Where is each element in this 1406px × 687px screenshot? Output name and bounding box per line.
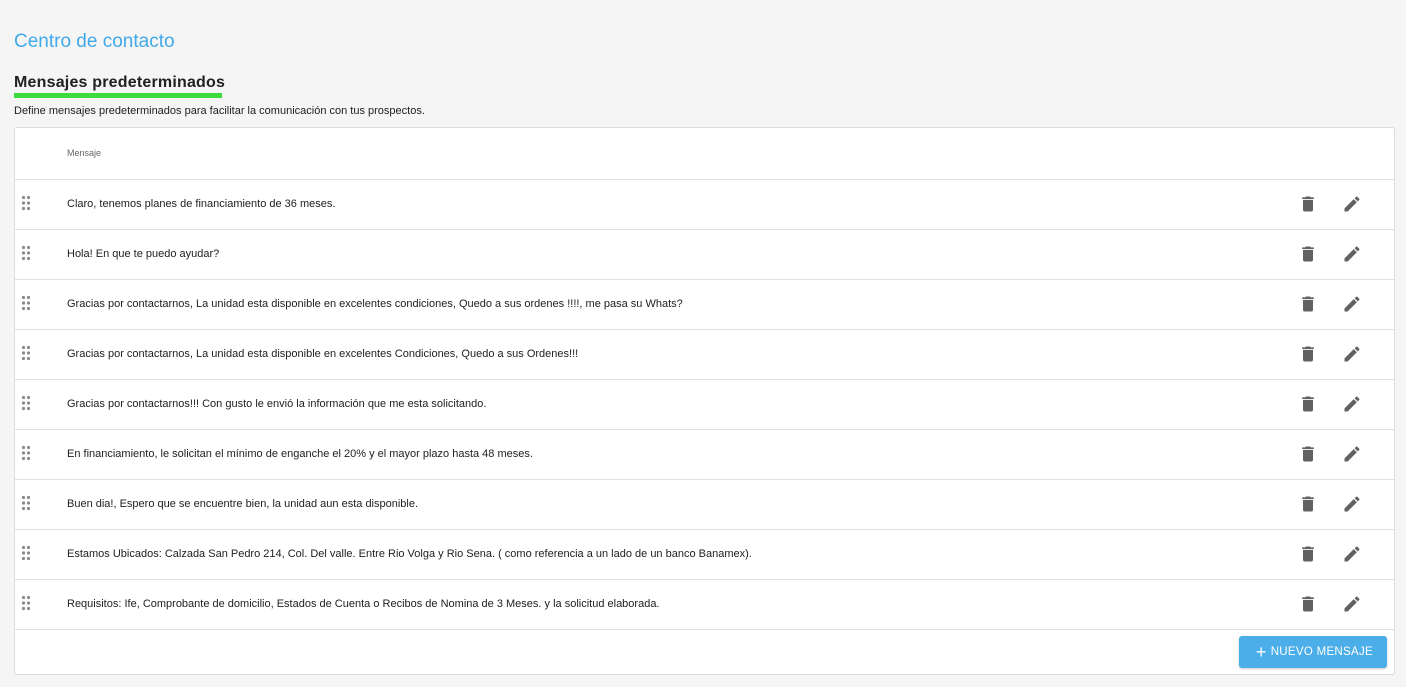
pencil-icon xyxy=(1342,396,1362,418)
message-text: En financiamiento, le solicitan el mínim… xyxy=(67,448,533,460)
trash-icon xyxy=(1298,346,1318,368)
trash-icon xyxy=(1298,246,1318,268)
drag-handle-icon[interactable] xyxy=(21,295,31,311)
drag-handle-icon[interactable] xyxy=(21,495,31,511)
message-text: Estamos Ubicados: Calzada San Pedro 214,… xyxy=(67,548,752,560)
message-text: Gracias por contactarnos, La unidad esta… xyxy=(67,298,683,310)
edit-button[interactable] xyxy=(1342,594,1362,614)
pencil-icon xyxy=(1342,496,1362,518)
page-title: Centro de contacto xyxy=(14,31,175,52)
contact-center-page: Centro de contacto Mensajes predetermina… xyxy=(0,0,1406,687)
trash-icon xyxy=(1298,496,1318,518)
edit-button[interactable] xyxy=(1342,544,1362,564)
trash-icon xyxy=(1298,196,1318,218)
trash-icon xyxy=(1298,446,1318,468)
table-row: Estamos Ubicados: Calzada San Pedro 214,… xyxy=(15,530,1394,580)
edit-button[interactable] xyxy=(1342,344,1362,364)
trash-icon xyxy=(1298,546,1318,568)
pencil-icon xyxy=(1342,446,1362,468)
message-text: Claro, tenemos planes de financiamiento … xyxy=(67,198,336,210)
delete-button[interactable] xyxy=(1298,194,1318,214)
edit-button[interactable] xyxy=(1342,244,1362,264)
drag-handle-icon[interactable] xyxy=(21,595,31,611)
table-row: Buen dia!, Espero que se encuentre bien,… xyxy=(15,480,1394,530)
new-message-button[interactable]: + NUEVO MENSAJE xyxy=(1238,636,1387,668)
drag-handle-icon[interactable] xyxy=(21,245,31,261)
section-description: Define mensajes predeterminados para fac… xyxy=(14,105,425,117)
section-title-underline xyxy=(14,93,222,98)
edit-button[interactable] xyxy=(1342,194,1362,214)
message-text: Buen dia!, Espero que se encuentre bien,… xyxy=(67,498,419,510)
table-footer: + NUEVO MENSAJE xyxy=(15,628,1394,674)
message-text: Hola! En que te puedo ayudar? xyxy=(67,248,220,260)
drag-handle-icon[interactable] xyxy=(21,545,31,561)
message-text: Gracias por contactarnos, La unidad esta… xyxy=(67,348,579,360)
delete-button[interactable] xyxy=(1298,494,1318,514)
trash-icon xyxy=(1298,596,1318,618)
edit-button[interactable] xyxy=(1342,494,1362,514)
drag-handle-icon[interactable] xyxy=(21,395,31,411)
pencil-icon xyxy=(1342,246,1362,268)
table-row: Requisitos: Ife, Comprobante de domicili… xyxy=(15,580,1394,630)
plus-icon: + xyxy=(1255,642,1267,662)
drag-handle-icon[interactable] xyxy=(21,345,31,361)
delete-button[interactable] xyxy=(1298,244,1318,264)
table-header: Mensaje xyxy=(15,128,1394,180)
delete-button[interactable] xyxy=(1298,444,1318,464)
table-row: Claro, tenemos planes de financiamiento … xyxy=(15,180,1394,230)
drag-handle-icon[interactable] xyxy=(21,195,31,211)
drag-handle-icon[interactable] xyxy=(21,445,31,461)
pencil-icon xyxy=(1342,596,1362,618)
trash-icon xyxy=(1298,396,1318,418)
table-row: Gracias por contactarnos, La unidad esta… xyxy=(15,330,1394,380)
new-message-label: NUEVO MENSAJE xyxy=(1270,646,1373,658)
table-row: En financiamiento, le solicitan el mínim… xyxy=(15,430,1394,480)
messages-table-card: Mensaje Claro, tenemos planes de financi… xyxy=(14,127,1395,675)
edit-button[interactable] xyxy=(1342,444,1362,464)
table-row: Gracias por contactarnos!!! Con gusto le… xyxy=(15,380,1394,430)
message-text: Requisitos: Ife, Comprobante de domicili… xyxy=(67,598,660,610)
trash-icon xyxy=(1298,296,1318,318)
delete-button[interactable] xyxy=(1298,394,1318,414)
delete-button[interactable] xyxy=(1298,594,1318,614)
pencil-icon xyxy=(1342,346,1362,368)
table-row: Gracias por contactarnos, La unidad esta… xyxy=(15,280,1394,330)
edit-button[interactable] xyxy=(1342,394,1362,414)
table-row: Hola! En que te puedo ayudar? xyxy=(15,230,1394,280)
pencil-icon xyxy=(1342,546,1362,568)
column-header-message: Mensaje xyxy=(67,148,102,158)
table-body: Claro, tenemos planes de financiamiento … xyxy=(15,180,1394,630)
delete-button[interactable] xyxy=(1298,294,1318,314)
message-text: Gracias por contactarnos!!! Con gusto le… xyxy=(67,398,487,410)
delete-button[interactable] xyxy=(1298,344,1318,364)
pencil-icon xyxy=(1342,196,1362,218)
pencil-icon xyxy=(1342,296,1362,318)
delete-button[interactable] xyxy=(1298,544,1318,564)
edit-button[interactable] xyxy=(1342,294,1362,314)
section-title: Mensajes predeterminados xyxy=(14,74,226,91)
